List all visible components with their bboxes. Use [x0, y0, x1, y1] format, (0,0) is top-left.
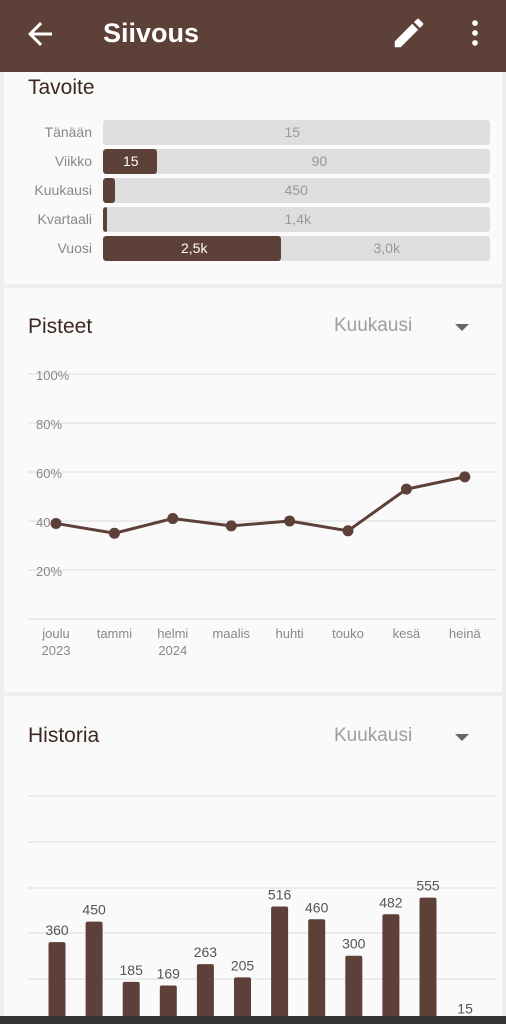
y-tick-label: 20% [36, 564, 62, 579]
arrow-back-icon[interactable] [22, 16, 58, 52]
bar[interactable] [271, 906, 289, 1024]
goal-label: Vuosi [57, 240, 92, 256]
x-tick-label: 2023 [42, 643, 71, 658]
x-tick-label: huhti [275, 626, 303, 641]
data-point[interactable] [400, 483, 412, 495]
page-title: Siivous [103, 18, 200, 48]
goal-target: 1,4k [284, 211, 311, 227]
y-tick-label: 60% [36, 466, 62, 481]
goal-progress-track: 1,4k [103, 207, 490, 232]
data-point[interactable] [225, 520, 237, 532]
goal-label: Kuukausi [34, 182, 92, 198]
bar-value-label: 450 [82, 902, 106, 918]
y-tick-label: 100% [36, 368, 70, 383]
bar-value-label: 460 [305, 899, 329, 915]
navigation-bar [0, 1016, 506, 1024]
goal-label: Viikko [54, 153, 92, 169]
x-tick-label: kesä [393, 626, 421, 641]
more-vert-icon[interactable] [458, 14, 492, 52]
app-bar: Siivous [0, 0, 506, 72]
bar[interactable] [419, 897, 437, 1024]
goal-progress-track: 15 [103, 120, 490, 145]
x-tick-label: touko [332, 626, 364, 641]
data-point[interactable] [167, 513, 179, 525]
chevron-down-icon [455, 324, 469, 331]
score-chart: 20% 40 60% 80% 100% joulu 2023 tammi helmi 2024 ma… [28, 368, 496, 658]
data-point[interactable] [108, 527, 120, 539]
bar-value-label: 555 [416, 878, 440, 894]
goal-target: 15 [284, 124, 301, 140]
goal-progress-track: 15 90 [103, 149, 490, 174]
bar-value-label: 300 [342, 936, 366, 952]
goal-row: Kuukausi 450 [4, 178, 502, 204]
x-tick-label: 2024 [158, 643, 187, 658]
score-period-dropdown[interactable]: Kuukausi [329, 312, 479, 342]
x-tick-label: heinä [449, 626, 482, 641]
goal-progress-fill [103, 178, 115, 203]
bar[interactable] [85, 921, 103, 1024]
goal-row: Viikko 15 90 [4, 149, 502, 175]
x-tick-label: helmi [157, 626, 188, 641]
x-tick-label: joulu [41, 626, 69, 641]
bar[interactable] [345, 955, 363, 1024]
x-tick-label: tammi [97, 626, 133, 641]
goal-progress-track: 2,5k 3,0k [103, 236, 490, 261]
score-card: Pisteet Kuukausi 20% 40 60% 80% 100% joulu 202… [4, 288, 502, 692]
goal-progress-track: 450 [103, 178, 490, 203]
bar[interactable] [48, 942, 66, 1024]
goal-target: 3,0k [373, 240, 400, 256]
history-card: Historia Kuukausi 360 450 185 169 263 205 516 4… [4, 696, 502, 1024]
goal-row: Kvartaali 1,4k [4, 207, 502, 233]
bar-value-label: 516 [268, 887, 292, 903]
goal-value: 15 [123, 153, 139, 169]
pencil-icon[interactable] [390, 14, 428, 52]
score-period-label: Kuukausi [334, 315, 413, 336]
bar-value-label: 15 [457, 1001, 473, 1017]
data-point[interactable] [459, 471, 471, 483]
goals-title: Tavoite [28, 76, 95, 99]
goal-value: 2,5k [181, 240, 208, 256]
goal-row: Vuosi 2,5k 3,0k [4, 236, 502, 262]
goals-card: Tavoite Tänään 15 Viikko 15 90 Kuukausi 450 Kva… [4, 72, 502, 284]
data-point[interactable] [284, 515, 296, 527]
data-point[interactable] [50, 517, 62, 529]
x-tick-label: maalis [212, 626, 250, 641]
goal-row: Tänään 15 [4, 120, 502, 146]
y-tick-label: 80% [36, 417, 62, 432]
bar-value-label: 263 [194, 944, 218, 960]
bar[interactable] [382, 914, 400, 1024]
history-chart: 360 450 185 169 263 205 516 460 300 482 555 15 [28, 795, 496, 1024]
goal-progress-fill [103, 207, 108, 232]
score-title: Pisteet [28, 315, 93, 338]
bar-value-label: 205 [231, 957, 255, 973]
bar-value-label: 169 [157, 966, 181, 982]
bar-value-label: 360 [45, 922, 69, 938]
bar-value-label: 185 [120, 962, 144, 978]
goal-target: 450 [284, 182, 308, 198]
y-tick-label: 40 [36, 515, 50, 530]
bar-value-label: 482 [379, 894, 403, 910]
goal-label: Kvartaali [37, 211, 92, 227]
goal-label: Tänään [44, 124, 92, 140]
goal-target: 90 [311, 153, 328, 169]
data-point[interactable] [342, 525, 354, 537]
bar[interactable] [308, 919, 326, 1024]
